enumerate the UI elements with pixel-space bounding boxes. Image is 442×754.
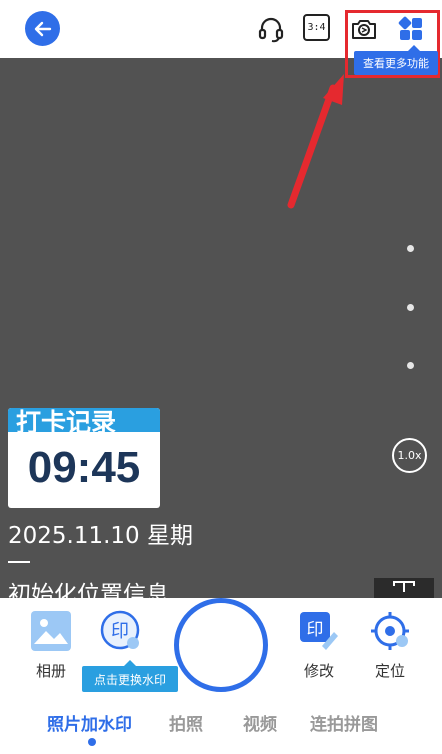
- album-button[interactable]: 相册: [30, 610, 72, 681]
- headset-button[interactable]: [256, 14, 286, 44]
- mode-tab-video[interactable]: 视频: [243, 710, 277, 735]
- back-button[interactable]: [25, 11, 60, 46]
- location-target-icon: [371, 612, 409, 650]
- edit-icon: 印: [300, 612, 338, 650]
- camera-viewfinder[interactable]: 1.0x 打卡记录 09:45 2025.11.10 星期 初始化位置信息: [0, 58, 442, 598]
- watermark-title: 打卡记录: [8, 408, 160, 432]
- edit-watermark-button[interactable]: 印 修改: [298, 610, 340, 681]
- back-arrow-icon: [34, 21, 51, 36]
- svg-text:印: 印: [111, 621, 129, 642]
- watermark-location: 初始化位置信息: [8, 582, 169, 598]
- side-dot: [407, 304, 414, 311]
- album-label: 相册: [35, 662, 66, 680]
- headset-icon: [258, 17, 284, 43]
- svg-text:印: 印: [307, 620, 324, 640]
- bottom-controls: 相册 印 点击更换水印 印 修改 定位 照片加水印 拍照 视频 连拍拼图: [0, 598, 442, 754]
- watermark-time: 09:45: [27, 443, 141, 492]
- edit-label: 修改: [303, 662, 334, 680]
- watermark-divider: [8, 561, 30, 563]
- watermark-date: 2025.11.10 星期: [8, 523, 193, 549]
- annotation-arrow-icon: [287, 74, 344, 209]
- corner-toggle-button[interactable]: [374, 578, 434, 598]
- locate-label: 定位: [374, 662, 405, 680]
- expand-icon: [393, 581, 415, 592]
- zoom-button[interactable]: 1.0x: [392, 438, 427, 473]
- zoom-label: 1.0x: [397, 449, 422, 462]
- active-mode-indicator: [88, 738, 96, 746]
- more-features-tooltip: 查看更多功能: [354, 45, 438, 75]
- mode-tab-photo[interactable]: 拍照: [169, 710, 203, 735]
- watermark-stamp-icon: 印: [100, 610, 140, 650]
- album-icon: [31, 611, 71, 651]
- change-watermark-button[interactable]: 印: [100, 610, 142, 652]
- watermark-card[interactable]: 打卡记录 09:45: [8, 408, 160, 508]
- change-watermark-tooltip: 点击更换水印: [82, 660, 178, 692]
- mode-tab-burst-collage[interactable]: 连拍拼图: [310, 710, 378, 735]
- side-dot: [407, 362, 414, 369]
- mode-tab-watermark-photo[interactable]: 照片加水印: [47, 710, 132, 735]
- aspect-ratio-button[interactable]: 3:4: [303, 14, 330, 41]
- locate-button[interactable]: 定位: [369, 610, 411, 681]
- aspect-ratio-label: 3:4: [307, 22, 326, 33]
- side-dot: [407, 245, 414, 252]
- shutter-button[interactable]: [174, 598, 268, 692]
